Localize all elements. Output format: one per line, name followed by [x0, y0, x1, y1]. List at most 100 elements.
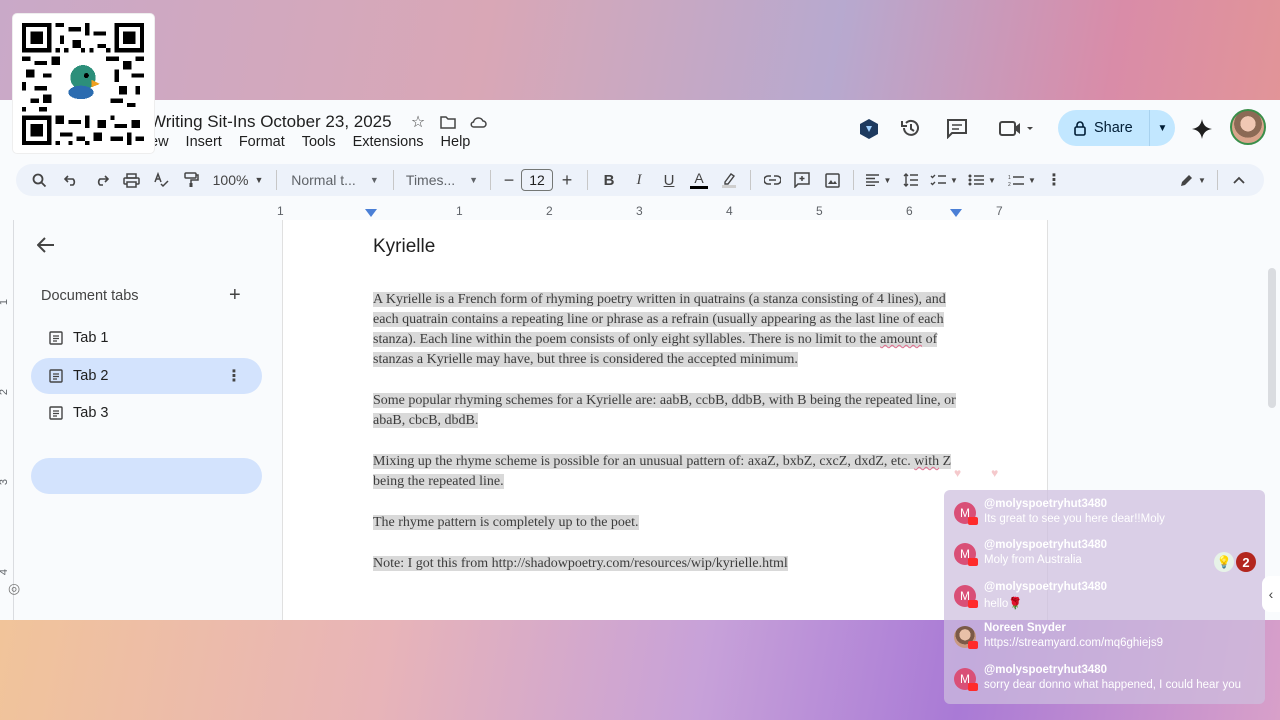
ruler-number: 1: [277, 204, 284, 218]
align-select[interactable]: ▼: [860, 168, 896, 192]
bold-icon[interactable]: B: [594, 168, 624, 192]
tab-1[interactable]: Tab 1: [31, 320, 262, 356]
account-avatar[interactable]: [1230, 109, 1266, 145]
numbered-list-select[interactable]: 12 ▼: [1002, 168, 1042, 192]
italic-icon[interactable]: I: [624, 168, 654, 192]
paragraph: The rhyme pattern is completely up to th…: [373, 513, 958, 533]
document-icon: [49, 369, 63, 383]
horizontal-ruler[interactable]: 1 1 2 3 4 5 6 7: [277, 204, 1048, 220]
align-left-icon: [865, 174, 879, 186]
misspelled-word[interactable]: amount: [880, 332, 923, 347]
font-select[interactable]: Times... ▼: [400, 168, 484, 192]
tab-3[interactable]: [31, 513, 262, 549]
tab-label: Tab 2: [73, 368, 109, 384]
lock-icon: [1074, 120, 1086, 136]
more-options-icon[interactable]: ⋮: [1042, 168, 1066, 192]
menu-bar: ew Insert Format Tools Extensions Help: [150, 134, 487, 150]
text-color-icon[interactable]: A: [684, 168, 714, 192]
qr-code-image: [22, 23, 144, 145]
toolbar-divider: [393, 170, 394, 190]
bulleted-list-icon: [968, 174, 985, 186]
share-dropdown-icon[interactable]: ▼: [1150, 123, 1175, 134]
chat-author: @molyspoetryhut3480: [984, 664, 1108, 676]
checklist-icon: [930, 174, 947, 186]
tab-2[interactable]: [31, 458, 262, 494]
version-history-icon[interactable]: [900, 117, 922, 139]
checklist-select[interactable]: ▼: [926, 168, 962, 192]
toolbar-divider: [490, 170, 491, 190]
notification-count-badge[interactable]: 2: [1236, 552, 1256, 572]
collapse-menus-icon[interactable]: [1224, 168, 1254, 192]
paragraph: Some popular rhyming schemes for a Kyrie…: [373, 391, 958, 431]
page-scrollbar[interactable]: [1268, 268, 1276, 408]
star-icon[interactable]: ☆: [408, 112, 428, 132]
comments-icon[interactable]: [946, 117, 968, 139]
style-select[interactable]: Normal t... ▼: [283, 168, 387, 192]
youtube-icon: [968, 641, 978, 649]
tab-2-row[interactable]: Tab 2 ⋮: [31, 358, 262, 394]
chat-author: @molyspoetryhut3480: [984, 581, 1108, 593]
highlight-color-icon[interactable]: [714, 168, 744, 192]
share-button[interactable]: Share ▼: [1058, 110, 1175, 146]
lightbulb-icon[interactable]: 💡: [1214, 552, 1234, 572]
notification-cluster[interactable]: 💡 2: [1214, 552, 1256, 572]
paragraph: Mixing up the rhyme scheme is possible f…: [373, 452, 958, 492]
ruler-number: 2: [546, 204, 553, 218]
toolbar-divider: [1217, 170, 1218, 190]
move-folder-icon[interactable]: [438, 112, 458, 132]
paragraph-text: A Kyrielle is a French form of rhyming p…: [373, 292, 946, 347]
menu-insert[interactable]: Insert: [186, 134, 222, 150]
ruler-number: 5: [816, 204, 823, 218]
fingerprint-icon: ◎: [8, 580, 21, 596]
vertical-ruler: 1 2 3 4: [0, 220, 14, 620]
document-body[interactable]: A Kyrielle is a French form of rhyming p…: [373, 290, 958, 595]
share-main[interactable]: Share: [1058, 110, 1150, 146]
menu-format[interactable]: Format: [239, 134, 285, 150]
font-size-input[interactable]: 12: [521, 169, 553, 191]
menu-tools[interactable]: Tools: [302, 134, 336, 150]
cloud-status-icon[interactable]: [468, 112, 488, 132]
insert-link-icon[interactable]: [757, 168, 787, 192]
vruler-number: 2: [0, 389, 10, 395]
add-comment-icon[interactable]: [787, 168, 817, 192]
document-page[interactable]: Kyrielle A Kyrielle is a French form of …: [282, 220, 1048, 620]
spellcheck-icon[interactable]: [146, 168, 176, 192]
misspelled-word[interactable]: with: [914, 454, 940, 469]
youtube-icon: [968, 517, 978, 525]
back-arrow-icon[interactable]: [36, 236, 55, 259]
tab-3-row[interactable]: Tab 3: [31, 395, 262, 431]
insert-image-icon[interactable]: [817, 168, 847, 192]
paint-format-icon[interactable]: [176, 168, 206, 192]
paragraph-text: The rhyme pattern is completely up to th…: [373, 515, 639, 530]
gemini-sparkle-icon[interactable]: [1190, 117, 1214, 141]
style-caret-icon: ▼: [369, 175, 379, 185]
document-title[interactable]: Writing Sit-Ins October 23, 2025: [150, 112, 392, 132]
left-indent-marker[interactable]: [365, 209, 377, 217]
tab-options-icon[interactable]: ⋮: [226, 366, 242, 386]
menu-extensions[interactable]: Extensions: [353, 134, 424, 150]
increase-font-size-icon[interactable]: +: [553, 168, 581, 192]
zoom-select[interactable]: 100% ▼: [206, 168, 270, 192]
extension-hex-icon[interactable]: [858, 118, 880, 140]
svg-text:1: 1: [1008, 175, 1011, 181]
underline-icon[interactable]: U: [654, 168, 684, 192]
decrease-font-size-icon[interactable]: −: [497, 168, 521, 192]
meet-icon[interactable]: [998, 117, 1038, 139]
redo-icon[interactable]: [86, 168, 116, 192]
print-icon[interactable]: [116, 168, 146, 192]
undo-icon[interactable]: [56, 168, 86, 192]
expand-side-panel-icon[interactable]: ‹: [1262, 576, 1280, 612]
right-indent-marker[interactable]: [950, 209, 962, 217]
title-row: Writing Sit-Ins October 23, 2025 ☆ ew In…: [0, 100, 1280, 164]
line-spacing-icon[interactable]: [896, 168, 926, 192]
menu-help[interactable]: Help: [441, 134, 471, 150]
toolbar-divider: [750, 170, 751, 190]
paragraph: Note: I got this from http://shadowpoetr…: [373, 554, 958, 574]
paragraph-text: Note: I got this from http://shadowpoetr…: [373, 556, 788, 571]
add-tab-icon[interactable]: +: [229, 284, 241, 307]
tab-label: Tab 1: [73, 330, 109, 346]
bulleted-list-select[interactable]: ▼: [962, 168, 1002, 192]
editing-mode-select[interactable]: ▼: [1175, 168, 1211, 192]
chat-message: M @molyspoetryhut3480 Its great to see y…: [954, 498, 1259, 534]
search-menus-icon[interactable]: [22, 168, 56, 192]
